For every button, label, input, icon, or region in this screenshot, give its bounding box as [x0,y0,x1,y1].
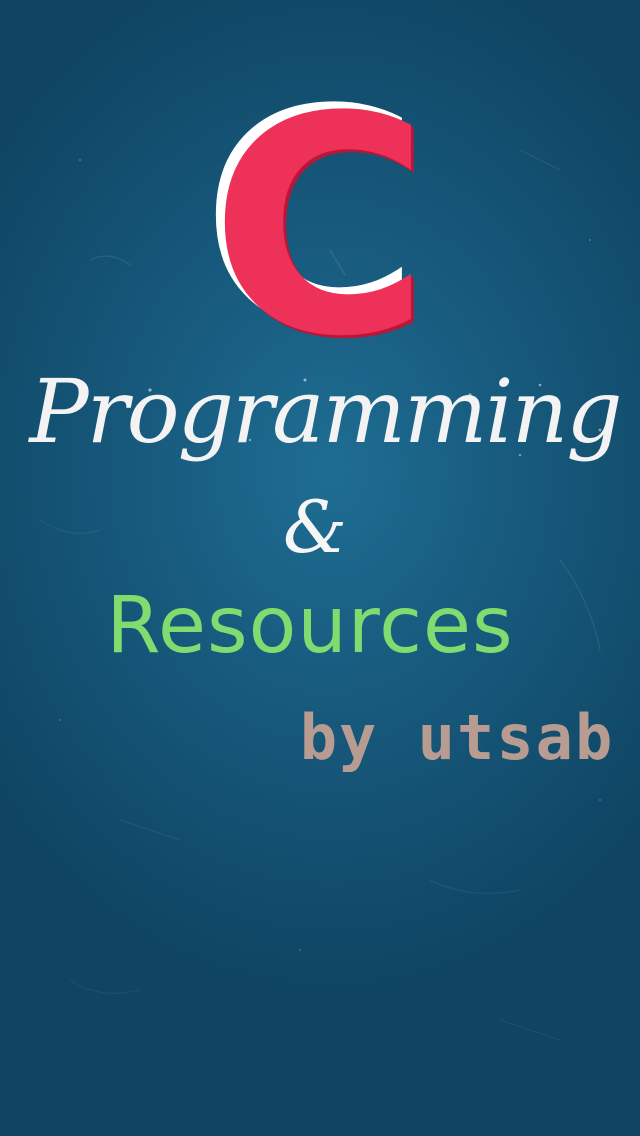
author-byline: by utsab [299,701,615,774]
ampersand-text: & [282,485,348,569]
resources-title: Resources [106,581,514,671]
programming-title: Programming [29,360,622,463]
splash-screen: C Programming & Resources by utsab [0,0,640,1136]
c-logo-letter: C [209,53,431,402]
